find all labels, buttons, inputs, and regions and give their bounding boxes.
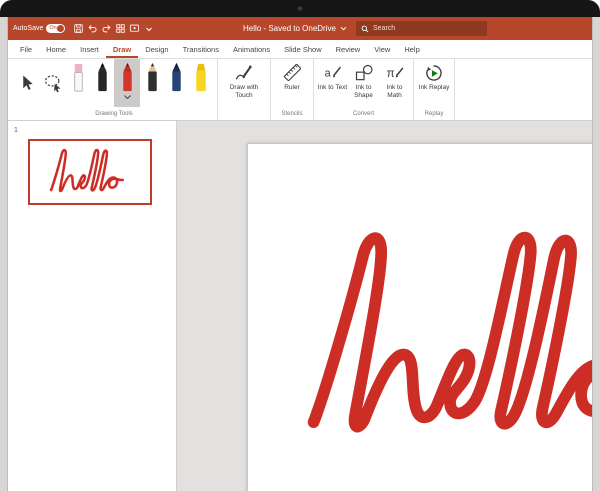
group-touch: Draw with Touch xyxy=(218,59,271,120)
group-label-stencils: Stencils xyxy=(274,109,310,120)
tab-view[interactable]: View xyxy=(367,40,397,58)
lasso-select-icon xyxy=(43,73,63,93)
redo-icon xyxy=(101,23,112,34)
save-button[interactable] xyxy=(72,22,85,36)
tab-transitions[interactable]: Transitions xyxy=(176,40,226,58)
device-right-bezel xyxy=(592,17,600,491)
pen-black-icon xyxy=(95,62,110,94)
device-left-bezel xyxy=(0,17,8,491)
slideshow-icon xyxy=(129,23,140,34)
toggle-knob-icon xyxy=(57,25,64,32)
select-arrow-icon xyxy=(18,73,36,93)
group-label-replay: Replay xyxy=(417,109,451,120)
pencil-icon xyxy=(145,62,160,94)
grid-icon xyxy=(115,23,126,34)
draw-with-touch-icon xyxy=(234,63,254,83)
group-convert: a Ink to Text Ink to Shape π xyxy=(314,59,414,120)
device-top-bezel xyxy=(0,0,600,17)
tab-slide-show[interactable]: Slide Show xyxy=(277,40,329,58)
ink-replay-icon xyxy=(424,63,444,83)
search-placeholder: Search xyxy=(373,25,395,32)
ink-to-text-label: Ink to Text xyxy=(318,84,348,92)
autosave-toggle[interactable]: On xyxy=(46,24,65,33)
ink-replay-label: Ink Replay xyxy=(419,84,450,92)
chevron-down-icon xyxy=(145,25,153,33)
group-label-drawing-tools: Drawing Tools xyxy=(14,109,214,120)
pencil-tool-button[interactable] xyxy=(140,59,164,107)
ink-to-shape-icon xyxy=(354,63,374,83)
thumbnail-ink-hello xyxy=(46,141,134,203)
group-stencils: Ruler Stencils xyxy=(271,59,314,120)
autosave-state: On xyxy=(49,26,56,32)
search-icon xyxy=(361,25,369,33)
pen-black-button[interactable] xyxy=(90,59,114,107)
group-replay: Ink Replay Replay xyxy=(414,59,455,120)
group-label-convert: Convert xyxy=(317,109,410,120)
ink-to-math-icon: π xyxy=(385,63,405,83)
ruler-button[interactable]: Ruler xyxy=(274,59,310,92)
eraser-tool-button[interactable] xyxy=(66,59,90,107)
powerpoint-window: AutoSave On xyxy=(7,17,593,491)
redo-button[interactable] xyxy=(100,22,113,36)
ink-to-shape-label: Ink to Shape xyxy=(348,84,379,100)
slide-number: 1 xyxy=(14,127,18,134)
group-label-touch-empty xyxy=(221,109,267,120)
ink-to-text-button[interactable]: a Ink to Text xyxy=(317,59,348,92)
document-title-text: Hello - Saved to OneDrive xyxy=(243,24,336,33)
autosave-label: AutoSave xyxy=(13,25,43,32)
highlighter-button[interactable] xyxy=(188,59,214,107)
pen-blue-button[interactable] xyxy=(164,59,188,107)
ink-replay-button[interactable]: Ink Replay xyxy=(417,59,451,92)
slide-thumbnail-panel: 1 xyxy=(7,121,177,491)
workspace: 1 xyxy=(7,121,593,491)
tab-file[interactable]: File xyxy=(13,40,39,58)
tab-help[interactable]: Help xyxy=(397,40,426,58)
draw-with-touch-button[interactable]: Draw with Touch xyxy=(221,59,267,100)
grid-view-button[interactable] xyxy=(114,22,127,36)
tab-design[interactable]: Design xyxy=(138,40,175,58)
ruler-icon xyxy=(282,62,303,83)
undo-button[interactable] xyxy=(86,22,99,36)
title-chevron-icon xyxy=(340,26,347,31)
ruler-label: Ruler xyxy=(284,84,300,92)
tab-insert[interactable]: Insert xyxy=(73,40,106,58)
ribbon-tabs: File Home Insert Draw Design Transitions… xyxy=(7,40,593,59)
ink-to-text-icon: a xyxy=(323,63,343,83)
group-drawing-tools: Drawing Tools xyxy=(11,59,218,120)
slide-editing-area xyxy=(177,121,593,491)
ink-to-math-button[interactable]: π Ink to Math xyxy=(379,59,410,100)
select-tool-button[interactable] xyxy=(14,59,40,107)
ink-to-shape-button[interactable]: Ink to Shape xyxy=(348,59,379,100)
tab-draw[interactable]: Draw xyxy=(106,40,138,58)
save-icon xyxy=(73,23,84,34)
title-bar: AutoSave On xyxy=(7,17,593,40)
undo-icon xyxy=(87,23,98,34)
quick-access-toolbar xyxy=(72,22,155,36)
svg-text:a: a xyxy=(324,67,331,79)
webcam-icon xyxy=(298,6,303,11)
slide-1-thumbnail[interactable] xyxy=(28,139,152,205)
highlighter-icon xyxy=(193,62,209,94)
slide-canvas[interactable] xyxy=(247,143,593,491)
customize-qat-button[interactable] xyxy=(142,22,155,36)
document-title[interactable]: Hello - Saved to OneDrive xyxy=(243,17,347,40)
tab-review[interactable]: Review xyxy=(329,40,368,58)
ink-drawing-hello[interactable] xyxy=(298,196,593,482)
pen-blue-icon xyxy=(169,62,184,94)
ink-to-math-label: Ink to Math xyxy=(379,84,410,100)
pen-red-icon xyxy=(120,62,135,94)
pen-red-button-selected[interactable] xyxy=(114,59,140,107)
ribbon-draw-tab: Drawing Tools Draw with Touch xyxy=(7,59,593,121)
eraser-icon xyxy=(71,62,86,94)
tab-animations[interactable]: Animations xyxy=(226,40,277,58)
device-frame: AutoSave On xyxy=(0,0,600,491)
draw-with-touch-label: Draw with Touch xyxy=(221,84,267,100)
search-input[interactable]: Search xyxy=(356,21,487,36)
lasso-select-button[interactable] xyxy=(40,59,66,107)
pen-options-chevron-icon xyxy=(124,95,131,99)
start-slideshow-button[interactable] xyxy=(128,22,141,36)
tab-home[interactable]: Home xyxy=(39,40,73,58)
svg-text:π: π xyxy=(386,67,394,80)
